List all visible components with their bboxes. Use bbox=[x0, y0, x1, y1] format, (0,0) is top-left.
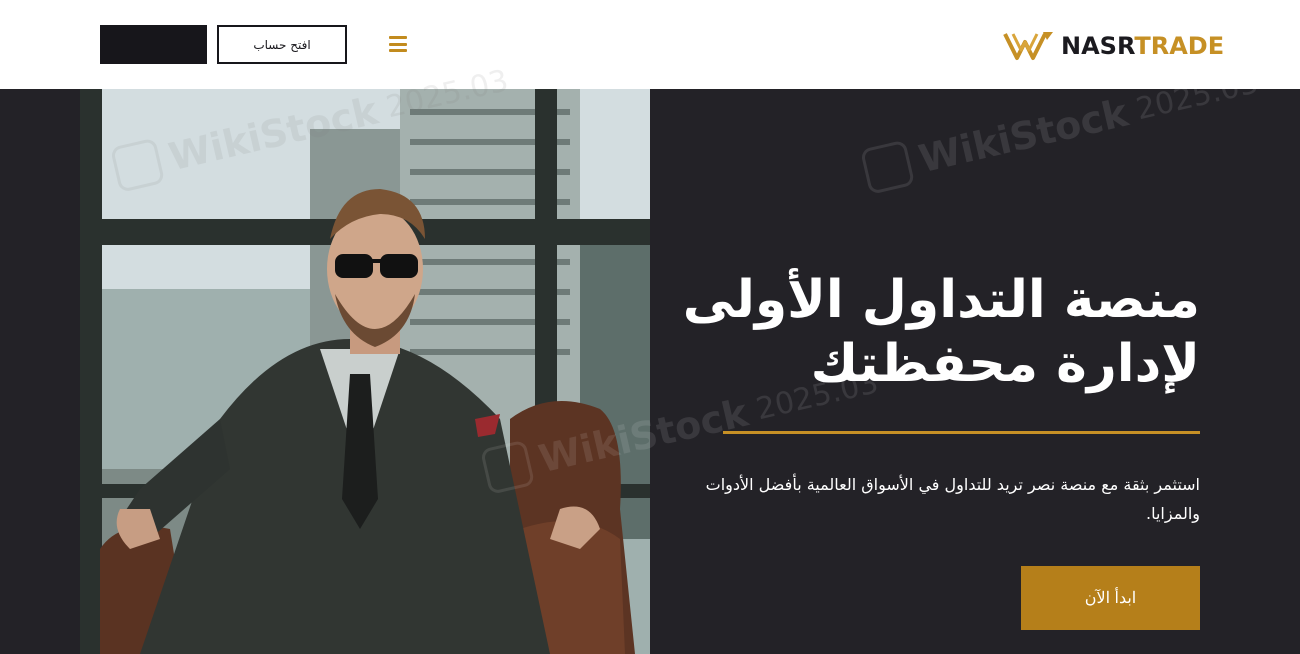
start-now-button[interactable]: ابدأ الآن bbox=[1021, 566, 1200, 630]
hero-title: منصة التداول الأولى لإدارة محفظتك bbox=[682, 270, 1200, 394]
title-divider bbox=[723, 431, 1200, 434]
primary-header-button[interactable] bbox=[100, 25, 207, 64]
open-account-button[interactable]: افتح حساب bbox=[217, 25, 347, 64]
logo-wordmark: NASRTRADE bbox=[1061, 32, 1225, 60]
site-logo[interactable]: NASRTRADE bbox=[1003, 28, 1224, 64]
hero-description: استثمر بثقة مع منصة نصر تريد للتداول في … bbox=[705, 475, 1200, 523]
businessman-photo bbox=[80, 89, 650, 654]
nasrtrade-logo-icon bbox=[1003, 32, 1053, 60]
watermark-logo-icon bbox=[860, 139, 916, 195]
hero-photo bbox=[80, 89, 650, 654]
hamburger-menu-icon[interactable] bbox=[389, 36, 407, 52]
site-header: افتح حساب NASRTRADE bbox=[0, 0, 1300, 89]
